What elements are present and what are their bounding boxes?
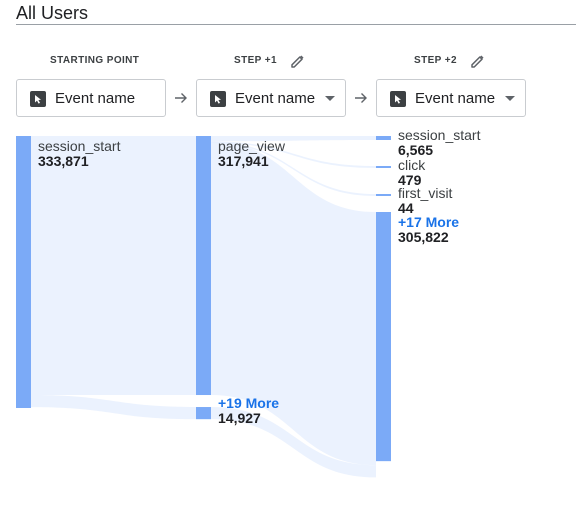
node-label-s2_click: click 479 (398, 158, 425, 188)
node-label-s2_first_visit: first_visit 44 (398, 186, 452, 216)
node-value: 317,941 (218, 153, 269, 169)
node-name: session_start (398, 127, 481, 143)
node-bar-s2_session_start[interactable] (376, 136, 391, 140)
more-link[interactable]: +17 More (398, 215, 459, 230)
node-bar-s2_click[interactable] (376, 166, 391, 168)
node-value: 6,565 (398, 142, 434, 158)
flow-link-s0_session_start-to-s1_more[interactable] (31, 395, 196, 420)
node-label-s1_more[interactable]: +19 More 14,927 (218, 396, 279, 426)
node-name: click (398, 157, 426, 173)
node-name: session_start (38, 138, 121, 154)
node-bar-s2_first_visit[interactable] (376, 194, 391, 196)
node-value: 333,871 (38, 153, 89, 169)
node-name: page_view (218, 138, 285, 154)
more-link[interactable]: +19 More (218, 396, 279, 411)
node-bar-s1_more[interactable] (196, 407, 211, 420)
node-bar-s0_session_start[interactable] (16, 136, 31, 408)
node-value: 14,927 (218, 410, 261, 427)
node-label-s1_page_view: page_view 317,941 (218, 139, 285, 169)
node-label-s2_session_start: session_start 6,565 (398, 128, 480, 158)
node-label-s2_more[interactable]: +17 More 305,822 (398, 215, 459, 245)
flow-link-s0_session_start-to-s1_page_view[interactable] (31, 136, 196, 396)
node-bar-s1_page_view[interactable] (196, 136, 211, 396)
path-exploration-flow (16, 136, 391, 478)
node-value: 305,822 (398, 229, 449, 245)
node-label-s0_session_start: session_start 333,871 (38, 139, 120, 169)
node-bar-s2_more[interactable] (376, 212, 391, 462)
node-name: first_visit (398, 185, 453, 201)
